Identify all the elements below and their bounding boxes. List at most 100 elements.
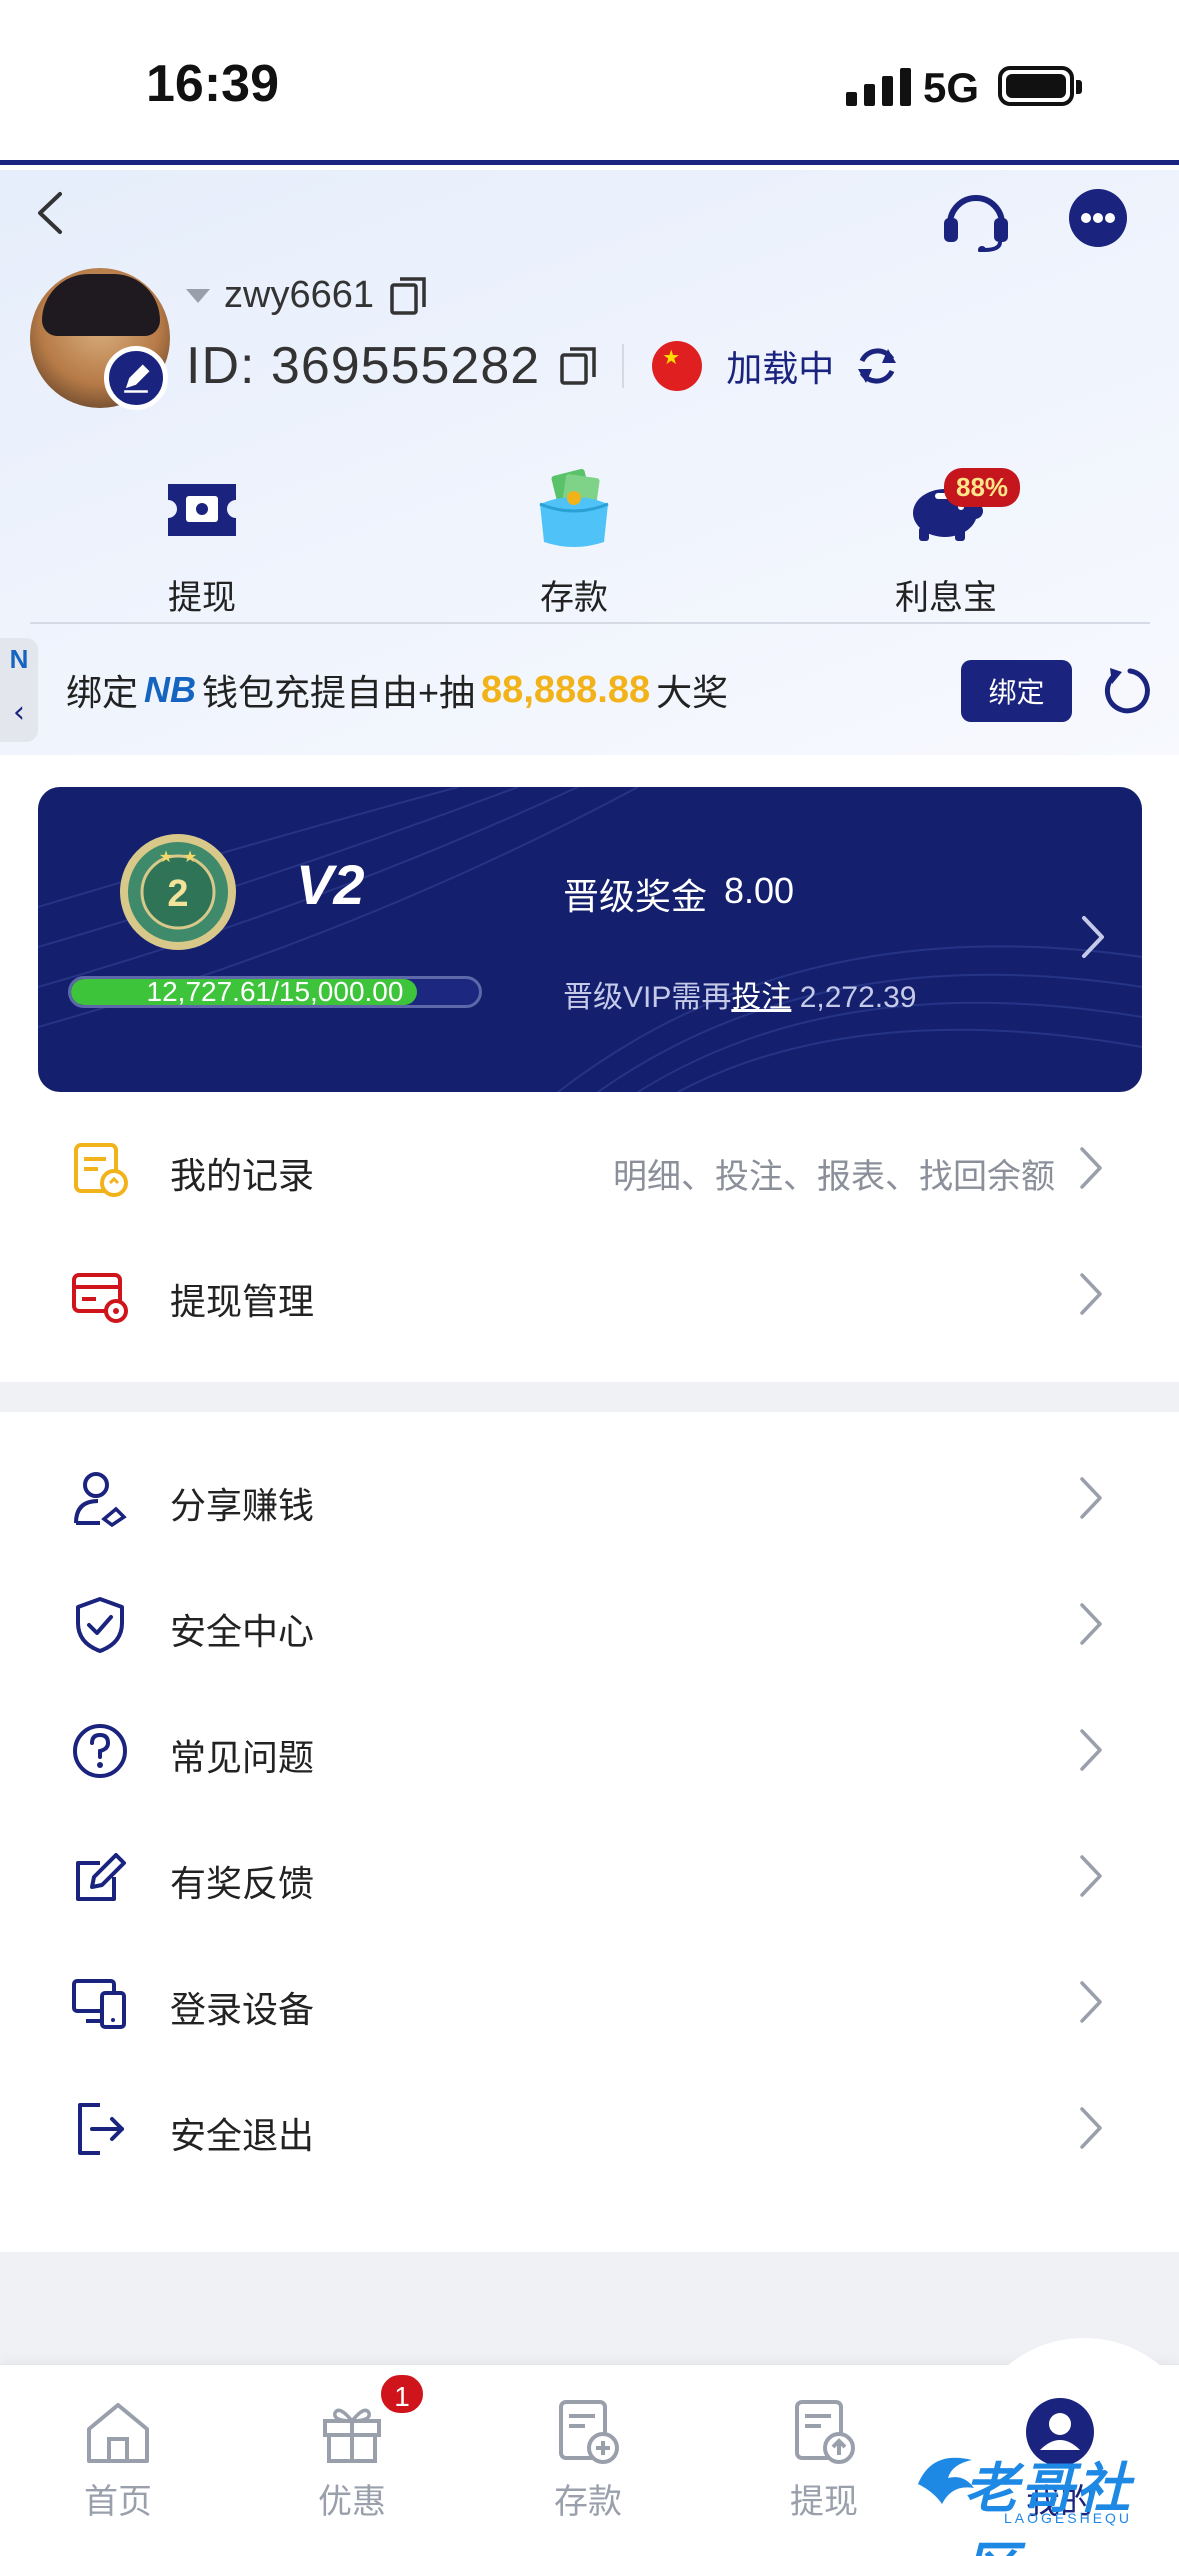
promo-amount: 88,888.88 <box>481 668 651 711</box>
withdraw-doc-icon <box>795 2400 855 2464</box>
divider <box>622 344 625 388</box>
quick-withdraw[interactable]: 提现 <box>122 470 282 619</box>
menu-login-devices-label: 登录设备 <box>170 1989 315 2030</box>
chevron-right-icon <box>1080 1147 1102 1189</box>
quick-deposit-label: 存款 <box>540 579 608 617</box>
quick-deposit[interactable]: 存款 <box>494 468 654 619</box>
chevron-right-icon <box>1080 1603 1102 1645</box>
menu-my-records-label: 我的记录 <box>170 1155 315 1196</box>
region-status: 加载中 <box>726 348 835 389</box>
vip-requirement-prefix: 晋级VIP需再 <box>563 981 732 1014</box>
footer-gap <box>0 2252 1179 2372</box>
tab-promotions-label: 优惠 <box>318 2483 386 2521</box>
network-label: 5G <box>923 64 980 111</box>
promo-refresh-icon[interactable] <box>1100 664 1154 718</box>
watermark-logo: 老哥社区 LAOGESHEQU <box>912 2438 1174 2556</box>
chevron-left-icon: ‹ <box>13 695 25 730</box>
menu-security-center-label: 安全中心 <box>170 1611 315 1652</box>
vip-level: V2 <box>296 853 365 916</box>
nb-wallet-logo: NB <box>144 669 197 710</box>
devices-icon <box>72 1979 126 2029</box>
card-settings-icon <box>72 1273 128 1323</box>
vip-progress-text: 12,727.61/15,000.00 <box>146 976 404 1007</box>
chevron-right-icon <box>1080 2107 1102 2149</box>
promo-prefix: 绑定 <box>66 672 139 713</box>
china-flag-icon <box>652 341 703 391</box>
quick-withdraw-label: 提现 <box>168 579 236 617</box>
username-row: zwy6661 <box>186 274 428 317</box>
promo-suffix: 大奖 <box>656 672 729 713</box>
menu-feedback-label: 有奖反馈 <box>170 1863 315 1904</box>
gift-icon <box>323 2408 381 2463</box>
copy-username-icon[interactable] <box>388 275 428 317</box>
wallet-money-icon <box>539 468 609 547</box>
watermark-text: 老哥社区 <box>964 2459 1132 2556</box>
section-gap <box>0 1382 1179 1412</box>
promotions-count-badge: 1 <box>378 2372 426 2416</box>
vip-bet-link[interactable]: 投注 <box>731 981 791 1014</box>
promo-text[interactable]: 绑定 NB 钱包充提自由+抽 88,888.88 大奖 <box>66 664 728 716</box>
vip-requirement-value: 2,272.39 <box>799 981 917 1014</box>
vip-medal-icon: 2 ★ ★ <box>120 834 236 950</box>
user-id: ID: 369555282 <box>186 337 541 395</box>
deposit-doc-icon <box>559 2400 619 2464</box>
status-time: 16:39 <box>146 55 279 113</box>
chat-icon[interactable] <box>1066 188 1130 250</box>
promo-middle: 钱包充提自由+抽 <box>202 672 476 713</box>
share-user-icon <box>74 1472 127 1528</box>
user-id-row: ID: 369555282 加载中 <box>186 336 902 396</box>
copy-id-icon[interactable] <box>558 345 598 387</box>
tab-home-label: 首页 <box>84 2483 152 2521</box>
interest-rate-badge: 88% <box>944 468 1021 507</box>
chevron-right-icon <box>1080 1981 1102 2023</box>
question-circle-icon <box>73 1724 127 1778</box>
username: zwy6661 <box>224 274 374 316</box>
tab-home[interactable]: 首页 <box>48 2396 188 2523</box>
shield-check-icon <box>76 1597 124 1653</box>
menu-faq[interactable]: 常见问题 <box>0 1687 1179 1813</box>
promo-side-letter: N <box>9 644 29 674</box>
withdraw-ticket-icon <box>168 484 236 536</box>
home-icon <box>87 2403 149 2463</box>
promo-side-tab[interactable]: N ‹ <box>0 638 38 742</box>
account-dropdown-icon[interactable] <box>186 288 210 303</box>
tab-deposit[interactable]: 存款 <box>518 2396 658 2523</box>
menu-security-center[interactable]: 安全中心 <box>0 1561 1179 1687</box>
header-divider <box>30 622 1150 624</box>
watermark-subtext: LAOGESHEQU <box>1004 2510 1133 2526</box>
records-icon <box>74 1143 128 1197</box>
chevron-right-icon <box>1080 1855 1102 1897</box>
tab-withdraw[interactable]: 提现 <box>754 2396 894 2523</box>
edit-avatar-icon[interactable] <box>104 346 168 410</box>
bind-wallet-button[interactable]: 绑定 <box>961 660 1072 722</box>
quick-interest-label: 利息宝 <box>895 579 997 617</box>
vip-requirement: 晋级VIP需再投注 2,272.39 <box>563 972 916 1016</box>
menu-withdraw-management[interactable]: 提现管理 <box>0 1231 1179 1357</box>
vip-chevron-right-icon[interactable] <box>1078 912 1108 962</box>
menu-share-earn-label: 分享赚钱 <box>170 1485 315 1526</box>
tab-deposit-label: 存款 <box>554 2483 622 2521</box>
vip-bonus-value: 8.00 <box>724 870 795 911</box>
menu-my-records[interactable]: 我的记录 明细、投注、报表、找回余额 <box>0 1105 1179 1231</box>
logout-icon <box>78 2103 124 2155</box>
menu-login-devices[interactable]: 登录设备 <box>0 1939 1179 2065</box>
svg-text:★: ★ <box>159 847 173 866</box>
chevron-right-icon <box>1080 1273 1102 1315</box>
chevron-right-icon <box>1080 1729 1102 1771</box>
customer-service-icon[interactable] <box>940 188 1012 252</box>
edit-feedback-icon <box>76 1853 126 1901</box>
vip-medal-number: 2 <box>167 873 188 915</box>
svg-text:★: ★ <box>183 847 197 866</box>
menu-feedback[interactable]: 有奖反馈 <box>0 1813 1179 1939</box>
chevron-right-icon <box>1080 1477 1102 1519</box>
battery-icon <box>998 66 1074 106</box>
signal-icon <box>846 66 911 106</box>
menu-my-records-hint: 明细、投注、报表、找回余额 <box>613 1158 1055 1196</box>
menu-logout-label: 安全退出 <box>170 2115 315 2156</box>
menu-logout[interactable]: 安全退出 <box>0 2065 1179 2191</box>
menu-share-earn[interactable]: 分享赚钱 <box>0 1435 1179 1561</box>
back-icon[interactable] <box>30 188 70 238</box>
status-bar: 16:39 5G <box>0 0 1179 165</box>
menu-faq-label: 常见问题 <box>170 1737 315 1778</box>
refresh-region-icon[interactable] <box>852 341 902 391</box>
